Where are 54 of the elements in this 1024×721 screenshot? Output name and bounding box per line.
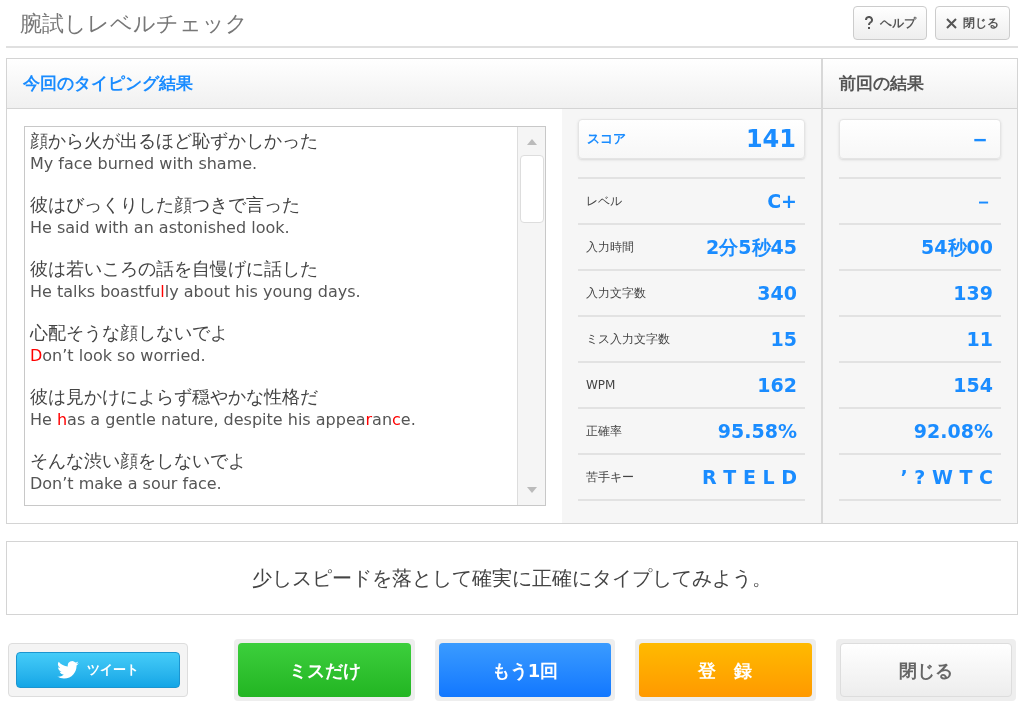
stat-label: レベル (586, 193, 622, 210)
stat-label: WPM (586, 377, 616, 394)
stat-value: － (974, 188, 993, 214)
stat-value: C+ (767, 188, 797, 214)
advice-message: 少しスピードを落として確実に正確にタイプしてみよう。 (252, 565, 772, 592)
english-sentence: Don’t make a sour face. (30, 473, 222, 495)
close-icon (946, 17, 957, 29)
help-icon (864, 16, 874, 30)
close-button[interactable]: 閉じる (935, 6, 1010, 40)
stat-value: 340 (757, 280, 797, 306)
stat-value: 15 (770, 326, 797, 352)
english-sentence: He said with an astonished look. (30, 217, 290, 239)
stat-label: 入力時間 (586, 239, 634, 256)
japanese-sentence: そんな渋い顔をしないでよ (30, 449, 246, 472)
window-title: 腕試しレベルチェック (20, 9, 248, 38)
japanese-sentence: 心配そうな顔しないでよ (30, 321, 228, 344)
japanese-sentence: 顔から火が出るほど恥ずかしかった (30, 129, 318, 152)
stat-label: スコア (587, 130, 626, 149)
action-button[interactable]: 閉じる (839, 643, 1012, 697)
japanese-sentence: 彼はびっくりした顔つきで言った (30, 193, 300, 216)
stat-value: 54秒00 (921, 234, 993, 260)
scroll-down-icon[interactable] (526, 487, 537, 493)
japanese-sentence: 彼は見かけによらず穏やかな性格だ (30, 385, 318, 408)
stat-value: 154 (953, 372, 993, 398)
action-button[interactable]: 登 録 (639, 643, 812, 697)
stat-value: R T E L D (702, 464, 797, 490)
scrollbar[interactable] (517, 127, 545, 505)
stat-value: ’ ? W T C (900, 464, 993, 490)
stat-value: 162 (757, 372, 797, 398)
english-sentence: He has a gentle nature, despite his appearance. (30, 409, 416, 431)
panel-title: 前回の結果 (839, 71, 924, 95)
stat-value: 141 (745, 124, 796, 155)
stat-value: 139 (953, 280, 993, 306)
panel-title: 今回のタイピング結果 (23, 71, 193, 95)
help-button[interactable]: ヘルプ (853, 6, 927, 40)
bird-icon (57, 661, 80, 679)
stat-label: 正確率 (586, 423, 622, 440)
stat-value: － (968, 124, 992, 155)
stat-value: 95.58% (717, 418, 797, 444)
stat-label: ミス入力文字数 (586, 331, 670, 348)
japanese-sentence: 彼は若いころの話を自慢げに話した (30, 257, 318, 280)
tweet-button[interactable]: ツイート (16, 652, 181, 688)
english-sentence: He talks boastfully about his young days. (30, 281, 361, 303)
scrollbar-thumb[interactable] (519, 155, 544, 223)
english-sentence: Don’t look so worried. (30, 345, 206, 367)
stat-value: 11 (966, 326, 993, 352)
stat-value: 2分5秒45 (706, 234, 797, 260)
stat-value: 92.08% (913, 418, 993, 444)
stat-label: 苦手キー (586, 469, 634, 486)
action-button[interactable]: ミスだけ (238, 643, 411, 697)
action-button[interactable]: もう1回 (438, 643, 612, 697)
scroll-up-icon[interactable] (526, 139, 537, 145)
stat-label: 入力文字数 (586, 285, 646, 302)
english-sentence: My face burned with shame. (30, 153, 258, 175)
